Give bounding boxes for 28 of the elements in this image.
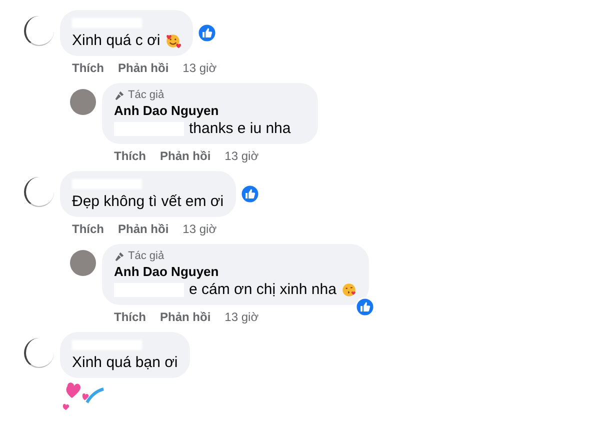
comment-action-link[interactable]: Phản hồi — [160, 149, 211, 163]
comment-time[interactable]: 13 giờ — [224, 310, 259, 324]
avatar-photo-placeholder[interactable] — [70, 89, 96, 115]
comment-text: thanks e iu nha — [189, 120, 291, 137]
like-reaction-icon[interactable] — [197, 23, 218, 43]
comment-action-link[interactable]: Phản hồi — [118, 61, 169, 75]
comment-action-link[interactable]: Phản hồi — [160, 310, 211, 324]
comment-time[interactable]: 13 giờ — [182, 222, 217, 236]
comment-action-link[interactable]: Thích — [114, 149, 146, 163]
comment-time[interactable]: 13 giờ — [224, 149, 259, 163]
author-name[interactable]: Anh Dao Nguyen — [114, 264, 219, 279]
comment-action-link[interactable]: Thích — [114, 310, 146, 324]
comment-text: Xinh quá c ơi — [72, 32, 160, 49]
avatar-photo-placeholder[interactable] — [70, 250, 96, 276]
comment-action-link[interactable]: Thích — [72, 222, 104, 236]
like-reaction-icon[interactable] — [240, 184, 260, 204]
comment-text: Xinh quá bạn ơi — [72, 354, 178, 371]
author-badge-label: Tác giả — [128, 250, 164, 262]
microphone-icon — [114, 90, 125, 100]
comment-time[interactable]: 13 giờ — [182, 61, 217, 75]
author-name[interactable]: Anh Dao Nguyen — [114, 103, 219, 118]
author-badge-label: Tác giả — [128, 89, 164, 101]
comment-action-link[interactable]: Thích — [72, 61, 104, 75]
microphone-icon — [114, 250, 125, 262]
comment-text: Đẹp không tì vết em ơi — [72, 193, 224, 210]
like-reaction-icon[interactable] — [355, 297, 376, 317]
comment-text: e cám ơn chị xinh nha — [189, 281, 336, 298]
comment-action-link[interactable]: Phản hồi — [118, 222, 169, 236]
